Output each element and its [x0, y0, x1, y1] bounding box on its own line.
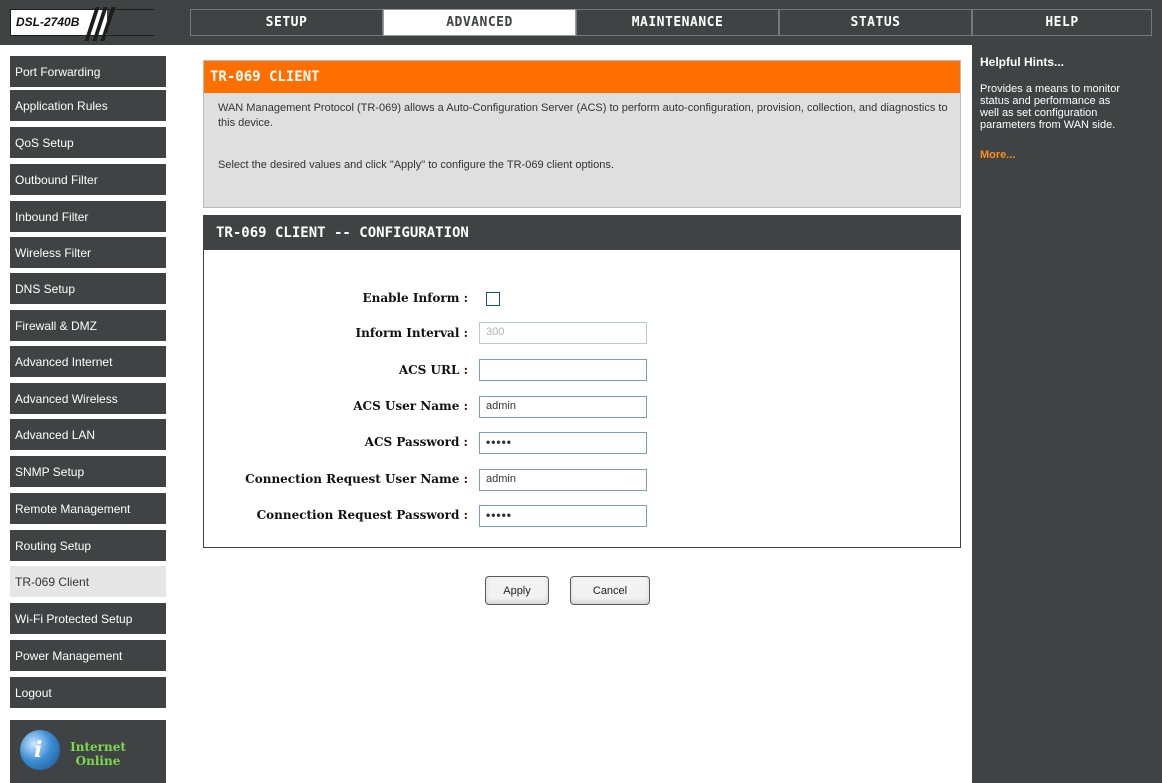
sidebar-item-routing-setup[interactable]: Routing Setup: [10, 530, 166, 563]
acs-user-name-label: ACS User Name :: [353, 399, 468, 413]
sidebar-item-outbound-filter[interactable]: Outbound Filter: [10, 164, 166, 197]
config-panel: TR-069 CLIENT -- CONFIGURATION Enable In…: [203, 215, 961, 548]
acs-password-input[interactable]: •••••: [479, 432, 647, 454]
inform-interval-label: Inform Interval :: [355, 326, 468, 340]
tab-help[interactable]: HELP: [972, 9, 1152, 36]
sidebar-item-power-management[interactable]: Power Management: [10, 640, 166, 673]
intro-instruction: Select the desired values and click "App…: [218, 159, 614, 171]
tab-status[interactable]: STATUS: [779, 9, 972, 36]
help-more-link[interactable]: More...: [980, 149, 1154, 161]
sidebar-item-remote-management[interactable]: Remote Management: [10, 493, 166, 526]
sidebar-nav: Port Forwarding Application Rules QoS Se…: [0, 45, 188, 783]
sidebar-item-port-forwarding[interactable]: Port Forwarding: [10, 56, 166, 89]
sidebar-item-wifi-protected-setup[interactable]: Wi-Fi Protected Setup: [10, 603, 166, 636]
cancel-button[interactable]: Cancel: [570, 576, 650, 605]
connection-request-user-name-label: Connection Request User Name :: [245, 472, 468, 486]
model-name: DSL-2740B: [16, 15, 80, 29]
acs-user-name-input[interactable]: admin: [479, 396, 647, 418]
help-title: Helpful Hints...: [980, 55, 1064, 69]
internet-status-line1: Internet: [70, 740, 126, 754]
sidebar-item-inbound-filter[interactable]: Inbound Filter: [10, 201, 166, 234]
page-title: TR-069 CLIENT: [204, 61, 960, 93]
apply-button[interactable]: Apply: [485, 576, 549, 605]
acs-url-input[interactable]: [479, 359, 647, 381]
enable-inform-checkbox[interactable]: [486, 292, 500, 306]
tab-setup[interactable]: SETUP: [190, 9, 383, 36]
sidebar-item-snmp-setup[interactable]: SNMP Setup: [10, 456, 166, 489]
sidebar-item-advanced-wireless[interactable]: Advanced Wireless: [10, 383, 166, 416]
intro-description: WAN Management Protocol (TR-069) allows …: [218, 102, 948, 129]
top-bar: DSL-2740B SETUP ADVANCED MAINTENANCE STA…: [0, 0, 1162, 45]
sidebar-item-dns-setup[interactable]: DNS Setup: [10, 273, 166, 306]
router-admin-page: DSL-2740B SETUP ADVANCED MAINTENANCE STA…: [0, 0, 1162, 783]
tab-advanced[interactable]: ADVANCED: [383, 9, 576, 36]
enable-inform-label: Enable Inform :: [362, 291, 468, 305]
config-title: TR-069 CLIENT -- CONFIGURATION: [204, 216, 960, 250]
intro-panel: TR-069 CLIENT WAN Management Protocol (T…: [203, 60, 961, 208]
connection-request-user-name-input[interactable]: admin: [479, 469, 647, 491]
internet-status-text: Internet Online: [68, 740, 128, 768]
logo-dark-area: [107, 10, 154, 35]
model-logo: DSL-2740B: [10, 7, 154, 41]
sidebar-item-tr069-client[interactable]: TR-069 Client: [10, 566, 166, 599]
info-i-glyph: i: [34, 737, 43, 763]
internet-status-block: i Internet Online: [10, 720, 166, 783]
sidebar-item-advanced-lan[interactable]: Advanced LAN: [10, 419, 166, 452]
help-text: Provides a means to monitor status and p…: [980, 83, 1121, 131]
sidebar-item-firewall-dmz[interactable]: Firewall & DMZ: [10, 310, 166, 343]
sidebar-item-qos-setup[interactable]: QoS Setup: [10, 127, 166, 160]
globe-icon: i: [20, 730, 60, 770]
connection-request-password-label: Connection Request Password :: [256, 508, 468, 522]
acs-password-label: ACS Password :: [364, 435, 468, 449]
internet-status-line2: Online: [75, 754, 121, 768]
sidebar-item-application-rules[interactable]: Application Rules: [10, 90, 166, 123]
connection-request-password-input[interactable]: •••••: [479, 505, 647, 527]
sidebar-item-advanced-internet[interactable]: Advanced Internet: [10, 346, 166, 379]
inform-interval-input[interactable]: 300: [479, 322, 647, 344]
sidebar-item-logout[interactable]: Logout: [10, 677, 166, 710]
tab-maintenance[interactable]: MAINTENANCE: [576, 9, 779, 36]
main-content: TR-069 CLIENT WAN Management Protocol (T…: [188, 45, 972, 783]
acs-url-label: ACS URL :: [398, 363, 468, 377]
help-panel: Helpful Hints... Provides a means to mon…: [972, 45, 1162, 783]
sidebar-item-wireless-filter[interactable]: Wireless Filter: [10, 237, 166, 270]
